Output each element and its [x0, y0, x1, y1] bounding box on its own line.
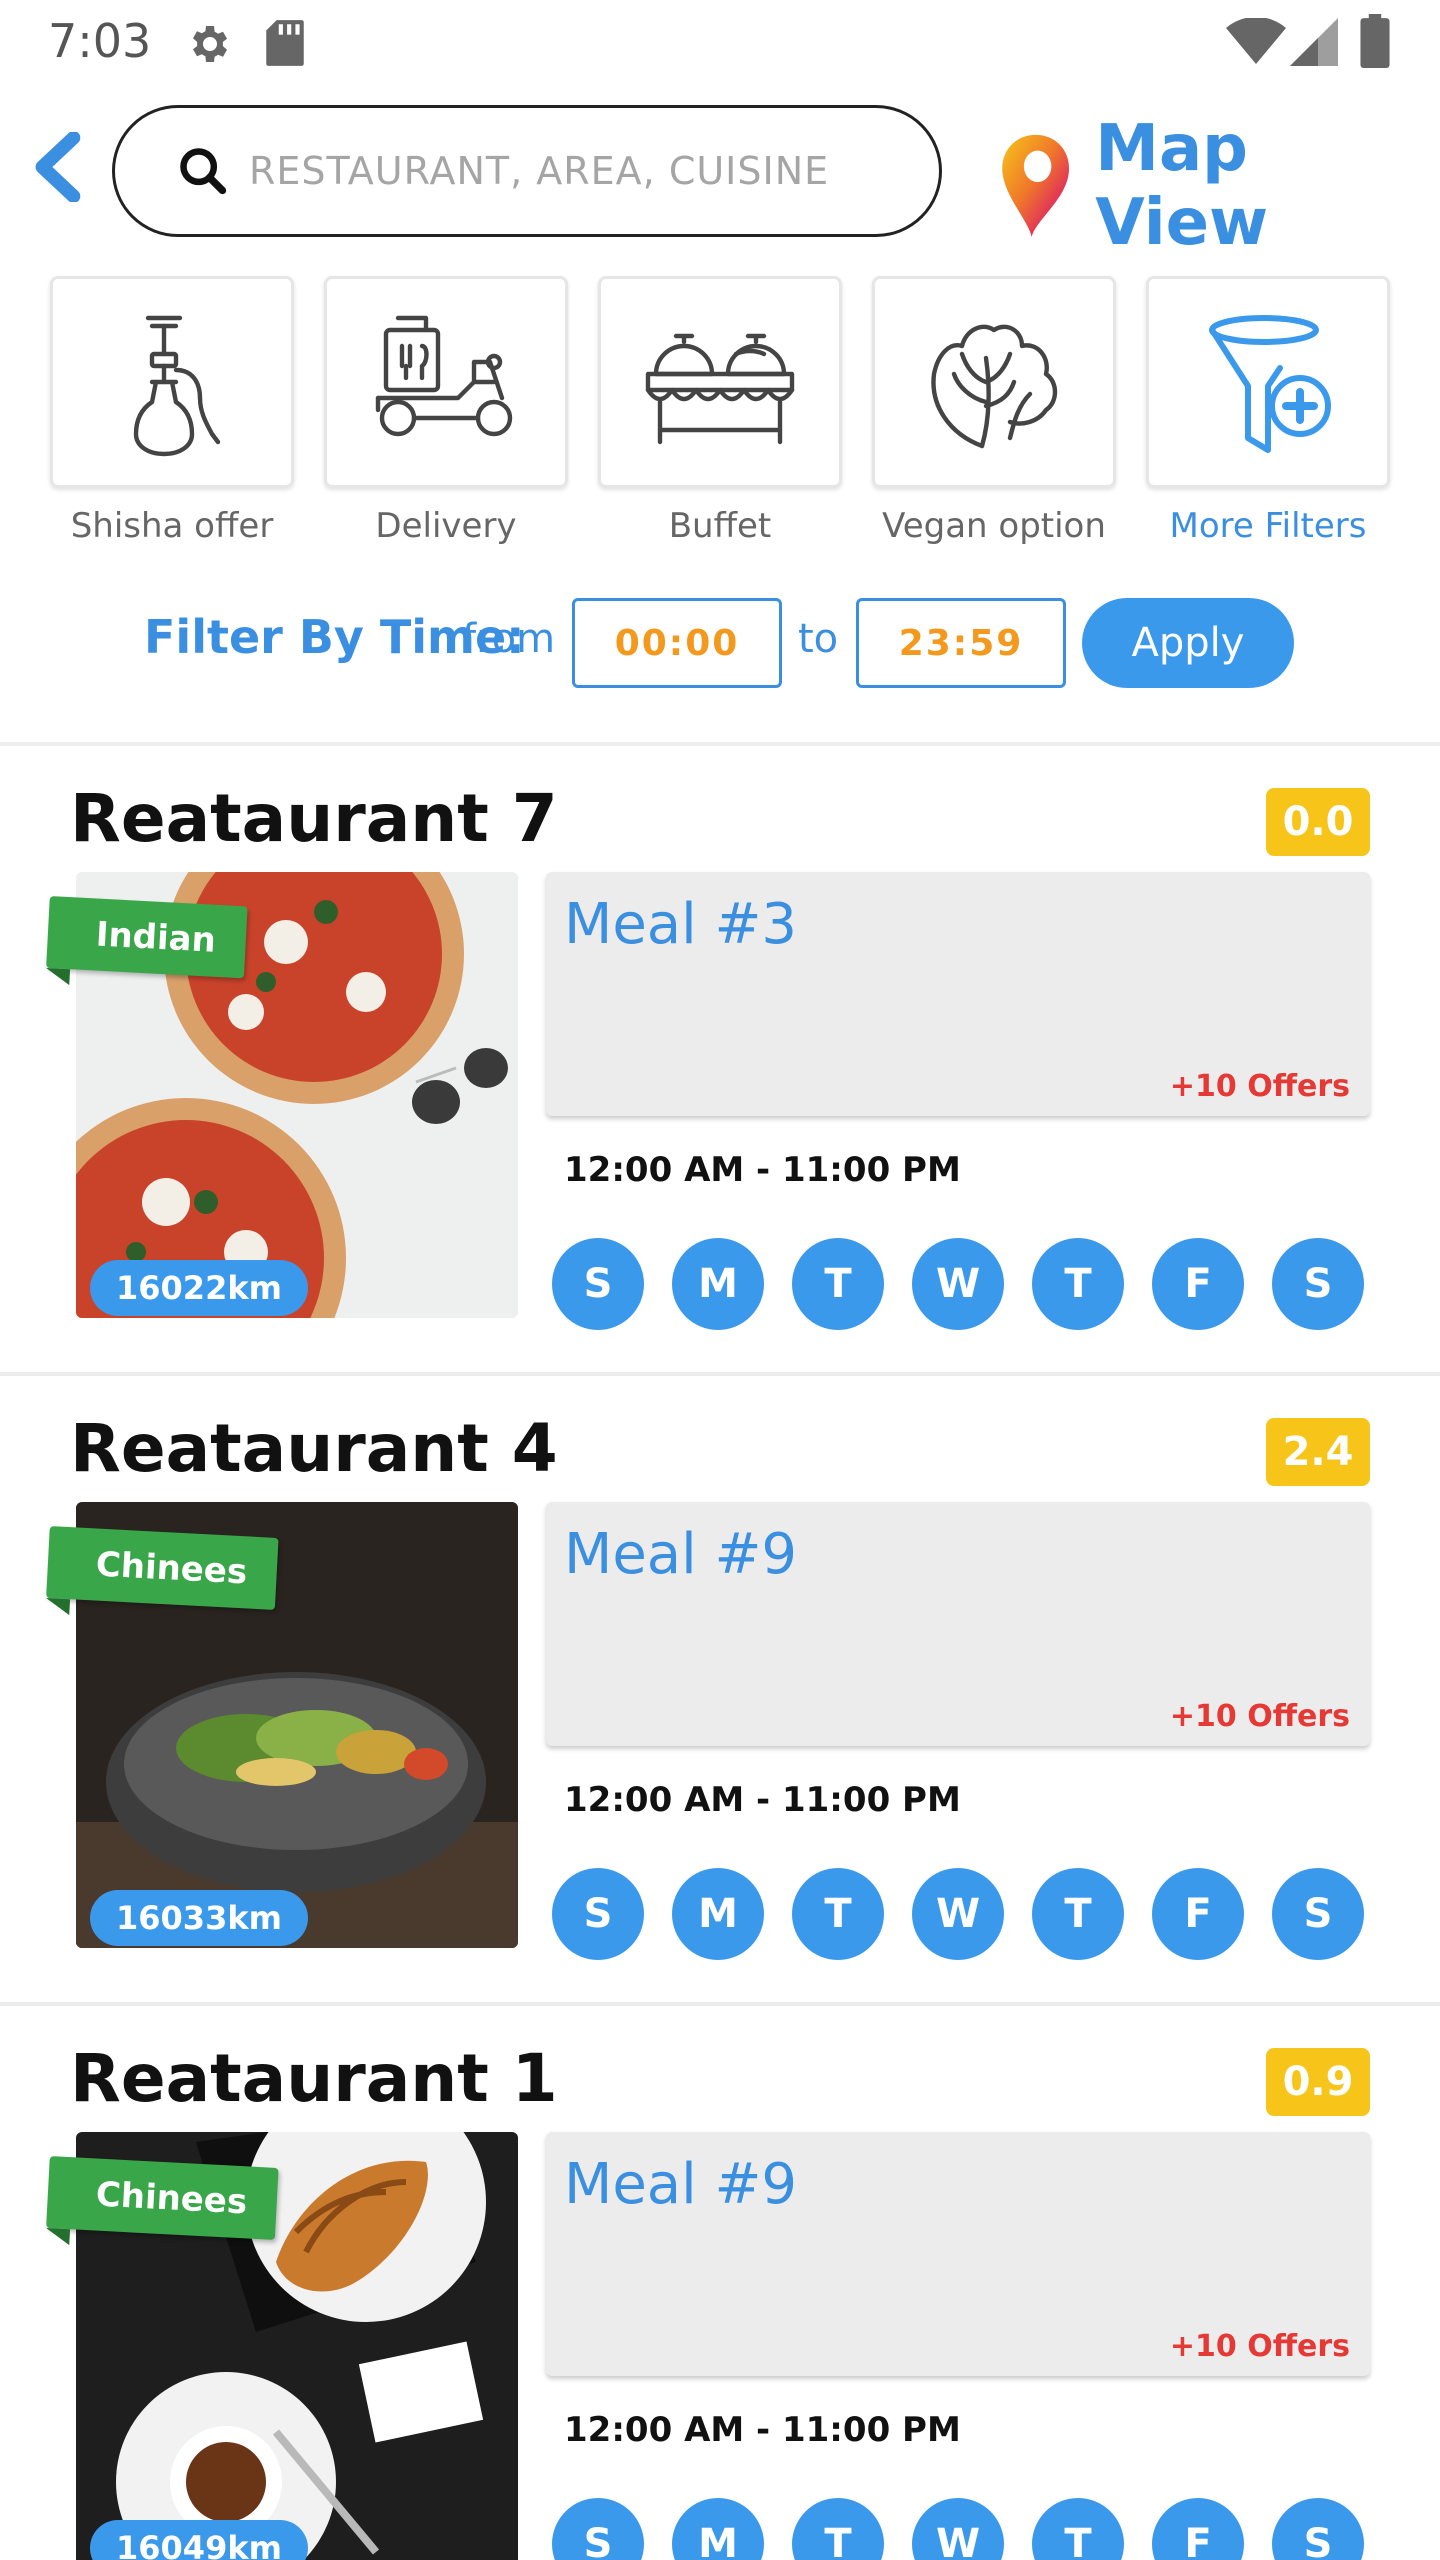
distance-badge: 16049km [90, 2520, 308, 2560]
filter-more-filters[interactable] [1146, 276, 1390, 488]
wifi-icon [1226, 18, 1286, 64]
map-view-label: Map View [1095, 112, 1269, 260]
offers-count: +10 Offers [1169, 1699, 1350, 1734]
rating-badge: 2.4 [1266, 1418, 1370, 1486]
opening-hours: 12:00 AM - 11:00 PM [564, 2410, 961, 2450]
funnel-plus-icon [1209, 315, 1331, 453]
filter-vegan-option[interactable] [872, 276, 1116, 488]
filter-label-shisha: Shisha offer [70, 506, 274, 546]
day-circle: S [552, 1868, 644, 1960]
delivery-scooter-icon [375, 315, 513, 437]
day-circle: W [912, 1238, 1004, 1330]
sd-card-icon [266, 20, 304, 66]
filter-label-delivery: Delivery [375, 506, 517, 546]
back-chevron-icon[interactable] [26, 132, 86, 202]
search-bar[interactable] [112, 105, 942, 237]
buffet-icon [645, 333, 795, 445]
rating-badge: 0.9 [1266, 2048, 1370, 2116]
day-circle: M [672, 1238, 764, 1330]
day-circle: T [792, 1238, 884, 1330]
day-circle: S [1272, 2498, 1364, 2560]
rating-badge: 0.0 [1266, 788, 1370, 856]
day-circle: S [1272, 1238, 1364, 1330]
weekday-list: S M T W T F S [552, 1868, 1364, 1960]
restaurant-card[interactable]: Reataurant 1 0.9 Chinees 16049km Meal #9… [0, 2006, 1440, 2560]
search-input[interactable] [249, 149, 849, 193]
weekday-list: S M T W T F S [552, 1238, 1364, 1330]
day-circle: M [672, 2498, 764, 2560]
filter-label-vegan: Vegan option [882, 506, 1106, 546]
opening-hours: 12:00 AM - 11:00 PM [564, 1150, 961, 1190]
opening-hours: 12:00 AM - 11:00 PM [564, 1780, 961, 1820]
signal-icon [1290, 18, 1338, 66]
status-bar: 7:03 [0, 0, 1440, 84]
day-circle: M [672, 1868, 764, 1960]
search-icon [180, 148, 227, 195]
day-circle: F [1152, 2498, 1244, 2560]
day-circle: S [552, 2498, 644, 2560]
meal-offer-box[interactable]: Meal #9 +10 Offers [546, 2132, 1370, 2376]
status-time: 7:03 [48, 14, 152, 68]
map-pin-icon [1002, 134, 1070, 238]
day-circle: W [912, 2498, 1004, 2560]
filter-buffet[interactable] [598, 276, 842, 488]
map-view-button[interactable]: Map View [996, 112, 1440, 260]
filter-label-buffet: Buffet [668, 506, 772, 546]
restaurant-name: Reataurant 4 [70, 1410, 558, 1487]
gear-icon [193, 26, 227, 62]
filter-shisha-offer[interactable] [50, 276, 294, 488]
day-circle: T [792, 1868, 884, 1960]
distance-badge: 16033km [90, 1890, 308, 1946]
day-circle: T [1032, 1868, 1124, 1960]
time-filter: Filter By Time: from 00:00 to 23:59 Appl… [0, 598, 1440, 688]
time-to-field[interactable]: 23:59 [856, 598, 1066, 688]
weekday-list: S M T W T F S [552, 2498, 1364, 2560]
more-filters-link[interactable]: More Filters [1128, 506, 1408, 546]
time-to-label: to [798, 616, 839, 662]
time-from-label: from [462, 616, 556, 662]
cuisine-tag: Indian [46, 896, 248, 979]
apply-button[interactable]: Apply [1082, 598, 1294, 688]
day-circle: T [792, 2498, 884, 2560]
day-circle: F [1152, 1238, 1244, 1330]
shisha-icon [133, 315, 221, 457]
day-circle: F [1152, 1868, 1244, 1960]
meal-title: Meal #3 [564, 892, 797, 957]
cuisine-tag: Chinees [46, 2156, 279, 2240]
time-from-field[interactable]: 00:00 [572, 598, 782, 688]
day-circle: T [1032, 2498, 1124, 2560]
day-circle: S [1272, 1868, 1364, 1960]
meal-title: Meal #9 [564, 2152, 797, 2217]
meal-offer-box[interactable]: Meal #9 +10 Offers [546, 1502, 1370, 1746]
restaurant-name: Reataurant 7 [70, 780, 558, 857]
offers-count: +10 Offers [1169, 1069, 1350, 1104]
restaurant-card[interactable]: Reataurant 7 0.0 Indian 16022km Meal #3 … [0, 746, 1440, 1376]
filter-delivery[interactable] [324, 276, 568, 488]
day-circle: W [912, 1868, 1004, 1960]
meal-title: Meal #9 [564, 1522, 797, 1587]
offers-count: +10 Offers [1169, 2329, 1350, 2364]
distance-badge: 16022km [90, 1260, 308, 1316]
restaurant-card[interactable]: Reataurant 4 2.4 Chinees 16033km Meal #9… [0, 1376, 1440, 2006]
day-circle: S [552, 1238, 644, 1330]
cuisine-tag: Chinees [46, 1526, 279, 1610]
battery-icon [1360, 14, 1390, 68]
day-circle: T [1032, 1238, 1124, 1330]
meal-offer-box[interactable]: Meal #3 +10 Offers [546, 872, 1370, 1116]
restaurant-name: Reataurant 1 [70, 2040, 558, 2117]
lettuce-icon [931, 324, 1058, 449]
